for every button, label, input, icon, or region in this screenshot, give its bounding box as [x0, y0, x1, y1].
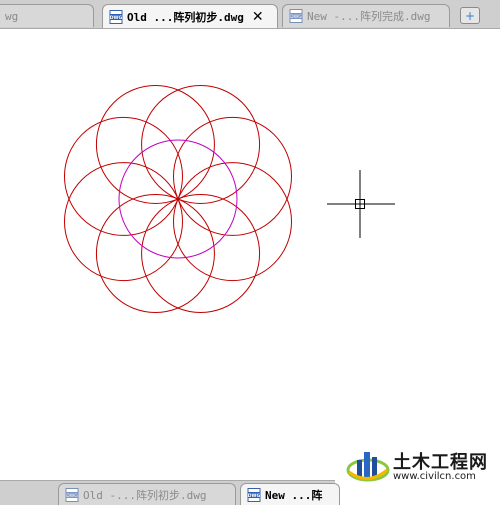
svg-text:DWG: DWG: [290, 14, 302, 20]
dwg-file-icon: DWG: [289, 9, 303, 23]
bottom-tab-bar: DWG Old -...阵列初步.dwg DWG New ...阵: [0, 480, 340, 505]
svg-text:DWG: DWG: [66, 493, 78, 499]
tab-label: Old -...阵列初步.dwg: [83, 488, 207, 502]
svg-text:DWG: DWG: [110, 15, 123, 21]
bottom-tab-old-array-initial[interactable]: DWG Old -...阵列初步.dwg: [58, 483, 236, 505]
document-tab-bar: wg DWG Old ...阵列初步.dwg ✕ DWG New -...阵列完…: [0, 0, 500, 29]
dwg-file-icon: DWG: [247, 488, 261, 502]
tab-new-array-complete[interactable]: DWG New -...阵列完成.dwg: [282, 4, 450, 27]
civilcn-logo-icon: [346, 452, 390, 482]
tab-old-array-initial[interactable]: DWG Old ...阵列初步.dwg ✕: [102, 4, 278, 28]
crosshair-cursor-icon: [327, 170, 395, 238]
tab-label: Old ...阵列初步.dwg: [127, 10, 244, 24]
drawing-svg: [63, 84, 395, 314]
tab-label: New -...阵列完成.dwg: [307, 10, 431, 23]
dwg-file-icon: DWG: [65, 487, 79, 502]
cad-window: wg DWG Old ...阵列初步.dwg ✕ DWG New -...阵列完…: [0, 0, 500, 505]
new-tab-button[interactable]: +: [460, 7, 480, 24]
polar-array-circles: [63, 84, 293, 314]
tab-previous-drawing[interactable]: wg: [0, 4, 94, 27]
svg-text:DWG: DWG: [248, 493, 261, 499]
drawing-canvas[interactable]: [0, 29, 500, 480]
new-tab-icon: +: [464, 8, 476, 23]
watermark-logo: 土木工程网 www.civilcn.com: [345, 446, 495, 486]
bottom-tab-new-array[interactable]: DWG New ...阵: [240, 483, 340, 505]
tab-label: New ...阵: [265, 489, 323, 502]
close-icon[interactable]: ✕: [252, 9, 264, 25]
tab-label: wg: [5, 9, 19, 23]
logo-url: www.civilcn.com: [393, 471, 476, 482]
dwg-file-icon: DWG: [109, 9, 123, 24]
